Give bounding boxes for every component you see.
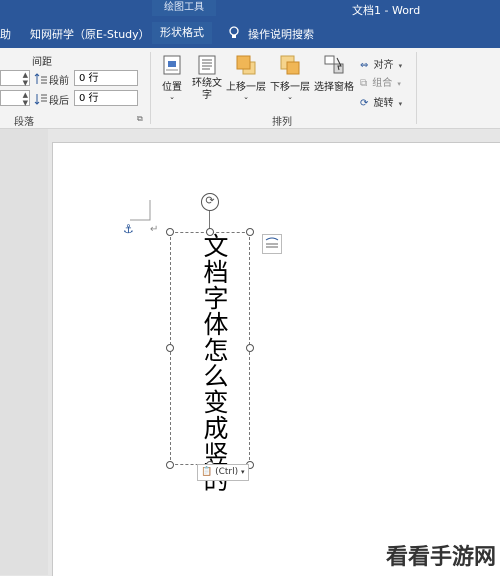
vertical-text-content[interactable]: 文档字体怎么变成竖的 (200, 233, 229, 493)
selection-pane-icon (323, 54, 345, 76)
layout-options-button[interactable] (262, 234, 282, 254)
tab-tell-me-search[interactable]: 操作说明搜索 (248, 26, 314, 42)
resize-handle-top[interactable] (206, 228, 214, 236)
layout-options-icon (265, 237, 279, 248)
send-backward-label: 下移一层 (270, 82, 310, 93)
margin-corner-mark (130, 200, 151, 221)
anchor-icon: ⚓ (123, 222, 134, 236)
chevron-down-icon: ▾ (398, 100, 403, 108)
resize-handle-top-right[interactable] (246, 228, 254, 236)
align-label: 对齐 (373, 60, 394, 71)
rotate-button[interactable]: ⟳ 旋转 ▾ (360, 91, 410, 110)
wrap-text-icon (196, 54, 218, 76)
navigation-margin (0, 129, 48, 575)
site-watermark: 看看手游网 (385, 545, 496, 570)
send-backward-icon (279, 54, 301, 76)
space-before-icon (34, 71, 48, 90)
align-icon: ⇔ (360, 60, 369, 71)
stepper-arrows-icon[interactable]: ▲ ▼ (23, 71, 28, 87)
paste-options-label: (Ctrl) (215, 467, 239, 477)
indent-right-stepper[interactable]: ▲ ▼ (0, 90, 30, 107)
paragraph-mark-icon: ↵ (150, 224, 159, 235)
chevron-down-icon: ⌄ (243, 93, 249, 101)
selection-pane-button[interactable]: 选择窗格 (314, 54, 354, 93)
group-icon: ⧉ (360, 78, 368, 89)
tab-cnki-study[interactable]: 知网研学（原E-Study） (30, 26, 150, 42)
arrange-group-label: 排列 (272, 117, 292, 128)
position-icon (161, 54, 183, 76)
stepper-arrows-icon[interactable]: ▲ ▼ (23, 91, 28, 107)
bring-forward-icon (235, 54, 257, 76)
group-separator (416, 52, 417, 124)
group-label: 组合 (372, 78, 393, 89)
chevron-down-icon: ▾ (398, 62, 403, 70)
position-label: 位置 (162, 82, 182, 93)
clipboard-icon: 📋 (201, 467, 213, 477)
chevron-down-icon: ⌄ (169, 93, 175, 101)
tab-shape-format[interactable]: 形状格式 (152, 22, 212, 44)
resize-handle-top-left[interactable] (166, 228, 174, 236)
group-separator (150, 52, 151, 124)
rotate-handle-icon[interactable]: ⟳ (201, 193, 219, 211)
space-before-stepper[interactable]: 0 行 (74, 70, 138, 86)
chevron-down-icon: ⌄ (287, 93, 293, 101)
space-before-label: 段前 (49, 76, 69, 87)
bring-forward-label: 上移一层 (226, 82, 266, 93)
space-after-icon (34, 91, 48, 110)
document-title: 文档1 - Word (352, 4, 421, 17)
group-button[interactable]: ⧉ 组合 ▾ (360, 71, 410, 90)
rotate-icon: ⟳ (360, 98, 369, 109)
indent-left-stepper[interactable]: ▲ ▼ (0, 70, 30, 87)
paragraph-group-label: 段落 (14, 117, 34, 128)
space-after-label: 段后 (49, 96, 69, 107)
resize-handle-right[interactable] (246, 344, 254, 352)
spacing-label: 间距 (32, 57, 52, 68)
chevron-down-icon: ▾ (397, 80, 401, 88)
wrap-text-label: 环绕文 字 (192, 78, 222, 101)
title-bar: 绘图工具 文档1 - Word 助 知网研学（原E-Study） 形状格式 操作… (0, 0, 500, 48)
bring-forward-button[interactable]: 上移一层 ⌄ (226, 54, 266, 101)
drawing-tools-context-label: 绘图工具 (152, 0, 216, 16)
chevron-down-icon: ▾ (241, 468, 245, 476)
space-after-stepper[interactable]: 0 行 (74, 90, 138, 106)
paste-options-button[interactable]: 📋 (Ctrl) ▾ (197, 464, 249, 481)
send-backward-button[interactable]: 下移一层 ⌄ (270, 54, 310, 101)
rotate-label: 旋转 (373, 98, 394, 109)
dialog-launcher-icon[interactable]: ⧉ (137, 114, 143, 124)
document-page[interactable] (52, 142, 500, 576)
align-button[interactable]: ⇔ 对齐 ▾ (360, 53, 410, 72)
position-button[interactable]: 位置 ⌄ (158, 54, 186, 101)
resize-handle-left[interactable] (166, 344, 174, 352)
wrap-text-button[interactable]: 环绕文 字 (192, 54, 222, 102)
tell-me-icon[interactable] (228, 26, 240, 43)
tab-help[interactable]: 助 (0, 26, 11, 42)
selection-pane-label: 选择窗格 (314, 82, 354, 93)
resize-handle-bottom-left[interactable] (166, 461, 174, 469)
